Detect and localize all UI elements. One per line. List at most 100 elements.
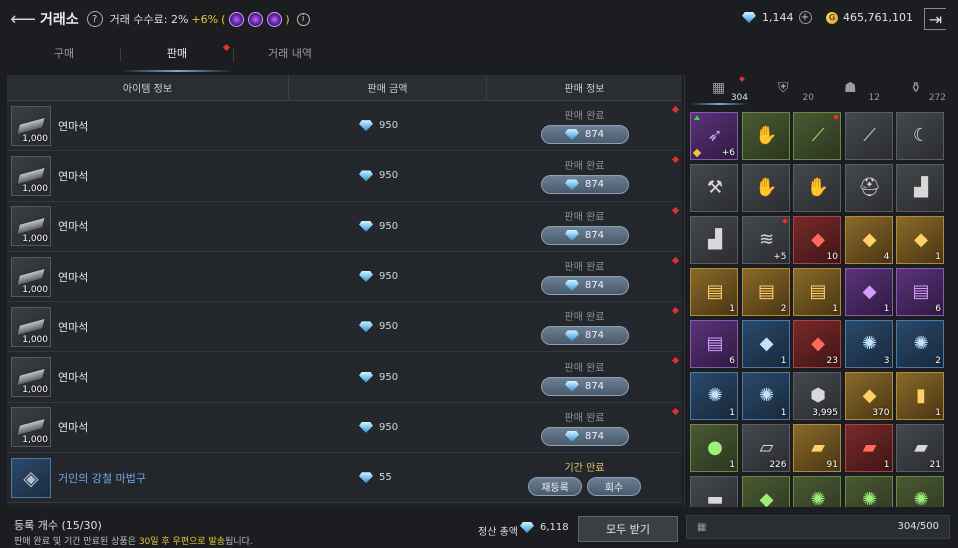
add-gem-button[interactable]: + bbox=[798, 11, 812, 24]
grade-diamond-icon bbox=[692, 148, 702, 158]
table-row[interactable]: 1,000 연마석 950 판매 완료 874 bbox=[7, 352, 682, 403]
notice-text: 판매 완료 및 기간 만료된 상품은 30일 후 우편으로 발송됩니다. bbox=[14, 534, 253, 547]
receive-proceeds-button[interactable]: 874 bbox=[540, 376, 629, 396]
inventory-slot[interactable]: ⟋ bbox=[793, 112, 841, 160]
inventory-slot[interactable]: ● 1 bbox=[690, 424, 738, 472]
item-icon[interactable]: 1,000 bbox=[11, 206, 51, 247]
back-arrow-icon[interactable]: ⟵ bbox=[10, 8, 36, 30]
table-row[interactable]: ◈ 거인의 강철 마법구 55 기간 만료 재등록 회수 bbox=[7, 453, 682, 504]
price-value: 950 bbox=[379, 421, 399, 433]
inventory-slot[interactable]: ▤ 6 bbox=[690, 320, 738, 368]
gem-icon bbox=[359, 472, 373, 483]
inventory-tab-pets[interactable]: ☗ 12 bbox=[818, 75, 884, 105]
receive-proceeds-button[interactable]: 874 bbox=[540, 426, 629, 446]
receive-proceeds-button[interactable]: 874 bbox=[540, 276, 629, 296]
inventory-slot[interactable]: ▰ 91 bbox=[793, 424, 841, 472]
inventory-slot[interactable]: ✺ 2 bbox=[896, 320, 944, 368]
receive-proceeds-button[interactable]: 874 bbox=[540, 326, 629, 346]
buff-icon[interactable] bbox=[248, 11, 264, 27]
boot-icon: ▟ bbox=[914, 176, 928, 198]
table-row[interactable]: 1,000 연마석 950 판매 완료 874 bbox=[7, 201, 682, 252]
table-row[interactable]: 1,000 연마석 950 판매 완료 874 bbox=[7, 402, 682, 454]
inventory-slot[interactable]: ✺ bbox=[844, 476, 893, 507]
inventory-slot[interactable]: ◆ 1 bbox=[741, 320, 790, 368]
info-icon[interactable]: i bbox=[296, 12, 310, 26]
inventory-slot[interactable]: ⟋ bbox=[844, 112, 893, 160]
inventory-slot[interactable]: ◆ 370 bbox=[844, 372, 893, 420]
help-icon[interactable]: ? bbox=[86, 11, 103, 27]
inventory-slot[interactable]: ✺ bbox=[896, 476, 944, 507]
inventory-tab-all[interactable]: ▦ 304 bbox=[686, 75, 752, 105]
inventory-slot[interactable]: ✺ 1 bbox=[741, 372, 790, 420]
whetstone-icon bbox=[16, 116, 46, 136]
inventory-slot[interactable]: ✋ bbox=[741, 164, 790, 212]
inventory-slot[interactable]: ▬ bbox=[690, 476, 738, 507]
tab-buy[interactable]: 구매 bbox=[8, 40, 120, 72]
slot-count: 1 bbox=[780, 408, 787, 418]
item-cell: 1,000 연마석 bbox=[7, 202, 289, 251]
inventory-slot[interactable]: ⬢ 3,995 bbox=[793, 372, 841, 420]
receive-proceeds-button[interactable]: 874 bbox=[540, 125, 629, 145]
inventory-slot[interactable]: ▤ 2 bbox=[741, 268, 790, 316]
item-icon[interactable]: 1,000 bbox=[11, 357, 51, 398]
inventory-tab-consumables[interactable]: ⚱ 272 bbox=[884, 75, 950, 105]
item-icon[interactable]: 1,000 bbox=[11, 256, 51, 297]
table-row[interactable]: 1,000 연마석 950 판매 완료 874 bbox=[7, 302, 682, 353]
table-row[interactable]: 1,000 연마석 950 판매 완료 874 bbox=[7, 251, 682, 303]
item-icon[interactable]: 1,000 bbox=[11, 407, 51, 448]
inventory-slot[interactable]: ✺ 3 bbox=[844, 320, 893, 368]
table-row[interactable]: 1,000 연마석 950 판매 완료 874 bbox=[7, 151, 682, 202]
tab-bar: 구매 판매 거래 내역 bbox=[8, 40, 346, 72]
inventory-slot[interactable]: ☾ bbox=[896, 112, 944, 160]
inventory-slot[interactable]: ▱ 226 bbox=[741, 424, 790, 472]
inventory-slot[interactable]: ✺ 1 bbox=[690, 372, 738, 420]
inventory-slot[interactable]: ⛑ bbox=[844, 164, 893, 212]
receive-proceeds-button[interactable]: 874 bbox=[540, 175, 629, 195]
inventory-slot[interactable]: ≋ +5 bbox=[741, 216, 790, 264]
inventory-slot[interactable]: ▰ 21 bbox=[896, 424, 944, 472]
item-icon[interactable]: 1,000 bbox=[11, 105, 51, 146]
relist-button[interactable]: 재등록 bbox=[528, 477, 582, 497]
receive-all-button[interactable]: 모두 받기 bbox=[578, 516, 678, 542]
inventory-slot[interactable]: ◆ 1 bbox=[844, 268, 893, 316]
inventory-slot[interactable]: ⚒ bbox=[690, 164, 738, 212]
exit-icon[interactable]: ⇥ bbox=[924, 8, 946, 30]
tab-count: 272 bbox=[928, 93, 946, 103]
inventory-tab-equipment[interactable]: ⛨ 20 bbox=[752, 75, 818, 105]
item-name: 연마석 bbox=[58, 371, 89, 385]
inventory-slot[interactable]: ▟ bbox=[896, 164, 944, 212]
table-row[interactable]: 1,000 연마석 950 판매 완료 874 bbox=[7, 101, 682, 152]
receive-proceeds-button[interactable]: 874 bbox=[540, 225, 629, 245]
price-value: 55 bbox=[379, 472, 392, 484]
buff-icon[interactable] bbox=[267, 11, 283, 27]
inventory-slot[interactable]: ◆ 10 bbox=[793, 216, 841, 264]
gem-icon bbox=[359, 271, 373, 282]
item-icon[interactable]: 1,000 bbox=[11, 306, 51, 347]
inventory-slot[interactable]: ▤ 1 bbox=[690, 268, 738, 316]
fee-paren-open: ( bbox=[221, 12, 226, 26]
inventory-slot[interactable]: ✺ bbox=[793, 476, 841, 507]
inventory-slot[interactable]: ▰ 1 bbox=[844, 424, 893, 472]
inventory-slot[interactable]: ◆ bbox=[741, 476, 790, 507]
buff-icon[interactable] bbox=[229, 11, 245, 27]
tab-sell[interactable]: 판매 bbox=[121, 40, 233, 72]
inventory-slot[interactable]: ✋ bbox=[793, 164, 841, 212]
tab-history[interactable]: 거래 내역 bbox=[234, 40, 346, 72]
proceeds-amount: 874 bbox=[584, 179, 605, 191]
slot-count: 226 bbox=[769, 460, 787, 470]
inventory-slot[interactable]: ✋ bbox=[741, 112, 790, 160]
inventory-slot[interactable]: ▟ bbox=[690, 216, 738, 264]
inventory-slot[interactable]: ▤ 1 bbox=[793, 268, 841, 316]
retrieve-button[interactable]: 회수 bbox=[587, 477, 641, 497]
item-icon[interactable]: ◈ bbox=[11, 457, 51, 498]
gem-amount: 1,144 bbox=[762, 11, 794, 24]
inventory-slot[interactable]: ◆ 1 bbox=[896, 216, 944, 264]
inventory-slot[interactable]: ◆ 4 bbox=[844, 216, 893, 264]
inventory-slot[interactable]: ➶ +6 bbox=[690, 112, 738, 160]
slot-count: 370 bbox=[872, 408, 890, 418]
gem-icon bbox=[359, 422, 373, 433]
inventory-slot[interactable]: ▤ 6 bbox=[896, 268, 944, 316]
item-icon[interactable]: 1,000 bbox=[11, 155, 51, 196]
inventory-slot[interactable]: ◆ 23 bbox=[793, 320, 841, 368]
inventory-slot[interactable]: ▮ 1 bbox=[896, 372, 944, 420]
